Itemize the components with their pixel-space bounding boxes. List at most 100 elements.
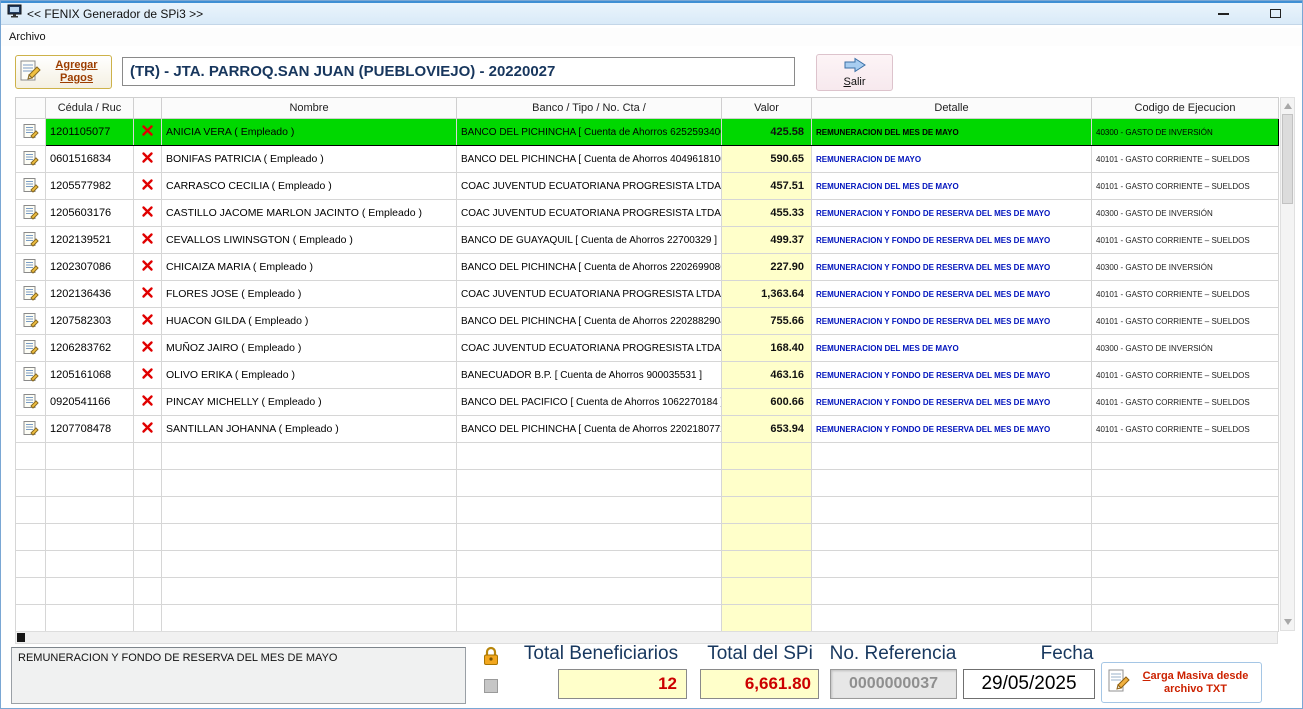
edit-row-icon[interactable]: [23, 400, 39, 412]
spi-title-field[interactable]: (TR) - JTA. PARROQ.SAN JUAN (PUEBLOVIEJO…: [122, 57, 795, 86]
edit-row-icon[interactable]: [23, 427, 39, 439]
valor-cell: 457.51: [722, 173, 812, 200]
empty-cell: [722, 497, 812, 524]
horizontal-scroll-thumb[interactable]: [17, 633, 25, 642]
header-nombre[interactable]: Nombre: [162, 98, 457, 119]
edit-cell: [16, 308, 46, 335]
titlebar: << FENIX Generador de SPi3 >>: [1, 1, 1302, 25]
vertical-scroll-thumb[interactable]: [1282, 114, 1293, 204]
empty-cell: [134, 551, 162, 578]
minimize-icon: [1218, 13, 1229, 15]
codigo-cell: 40101 - GASTO CORRIENTE – SUELDOS: [1092, 416, 1279, 443]
cedula-cell: 1205577982: [46, 173, 134, 200]
empty-cell: [134, 470, 162, 497]
edit-row-icon[interactable]: [23, 265, 39, 277]
nombre-cell: FLORES JOSE ( Empleado ): [162, 281, 457, 308]
table-row[interactable]: 0920541166 PINCAY MICHELLY ( Empleado ) …: [16, 389, 1279, 416]
banco-cell: BANCO DEL PICHINCHA [ Cuenta de Ahorros …: [457, 308, 722, 335]
empty-cell: [134, 524, 162, 551]
table-row[interactable]: 1206283762 MUÑOZ JAIRO ( Empleado ) COAC…: [16, 335, 1279, 362]
table-row[interactable]: 1207582303 HUACON GILDA ( Empleado ) BAN…: [16, 308, 1279, 335]
edit-row-icon[interactable]: [23, 130, 39, 142]
edit-row-icon[interactable]: [23, 157, 39, 169]
salir-button[interactable]: Salir: [816, 54, 893, 91]
table-row[interactable]: 1205161068 OLIVO ERIKA ( Empleado ) BANE…: [16, 362, 1279, 389]
empty-cell: [722, 470, 812, 497]
lock-icon[interactable]: [482, 646, 500, 671]
codigo-cell: 40300 - GASTO DE INVERSIÓN: [1092, 119, 1279, 146]
empty-cell: [1092, 470, 1279, 497]
delete-cell: [134, 416, 162, 443]
empty-cell: [134, 497, 162, 524]
delete-row-icon[interactable]: [141, 236, 154, 248]
gray-square-button[interactable]: [484, 679, 498, 693]
referencia-value: 0000000037: [830, 669, 957, 699]
cedula-cell: 0601516834: [46, 146, 134, 173]
detalle-cell: REMUNERACION Y FONDO DE RESERVA DEL MES …: [812, 308, 1092, 335]
empty-cell: [162, 470, 457, 497]
delete-row-icon[interactable]: [141, 155, 154, 167]
edit-row-icon[interactable]: [23, 373, 39, 385]
delete-row-icon[interactable]: [141, 425, 154, 437]
header-cedula[interactable]: Cédula / Ruc: [46, 98, 134, 119]
detail-textbox[interactable]: REMUNERACION Y FONDO DE RESERVA DEL MES …: [11, 647, 466, 704]
empty-cell: [16, 524, 46, 551]
edit-cell: [16, 389, 46, 416]
table-row[interactable]: 1205603176 CASTILLO JACOME MARLON JACINT…: [16, 200, 1279, 227]
delete-cell: [134, 254, 162, 281]
empty-cell: [457, 497, 722, 524]
banco-cell: BANCO DEL PACIFICO [ Cuenta de Ahorros 1…: [457, 389, 722, 416]
header-delete: [134, 98, 162, 119]
edit-row-icon[interactable]: [23, 319, 39, 331]
delete-row-icon[interactable]: [141, 182, 154, 194]
edit-row-icon[interactable]: [23, 184, 39, 196]
valor-cell: 590.65: [722, 146, 812, 173]
empty-cell: [812, 605, 1092, 632]
carga-masiva-button[interactable]: Carga Masiva desde archivo TXT: [1101, 662, 1262, 703]
menubar: Archivo: [1, 28, 1302, 46]
scroll-down-icon[interactable]: [1284, 619, 1292, 625]
delete-row-icon[interactable]: [141, 317, 154, 329]
delete-row-icon[interactable]: [141, 371, 154, 383]
empty-cell: [457, 605, 722, 632]
edit-row-icon[interactable]: [23, 211, 39, 223]
header-detalle[interactable]: Detalle: [812, 98, 1092, 119]
minimize-button[interactable]: [1210, 6, 1236, 22]
vertical-scrollbar[interactable]: [1280, 97, 1295, 631]
delete-cell: [134, 362, 162, 389]
header-valor[interactable]: Valor: [722, 98, 812, 119]
table-row[interactable]: 1207708478 SANTILLAN JOHANNA ( Empleado …: [16, 416, 1279, 443]
empty-table-row: [16, 524, 1279, 551]
delete-cell: [134, 119, 162, 146]
menu-archivo[interactable]: Archivo: [1, 30, 54, 44]
agregar-pagos-button[interactable]: Agregar Pagos: [15, 55, 112, 89]
table-row[interactable]: 1202136436 FLORES JOSE ( Empleado ) COAC…: [16, 281, 1279, 308]
delete-row-icon[interactable]: [141, 290, 154, 302]
header-banco[interactable]: Banco / Tipo / No. Cta /: [457, 98, 722, 119]
empty-cell: [16, 497, 46, 524]
scroll-up-icon[interactable]: [1284, 103, 1292, 109]
table-row[interactable]: 0601516834 BONIFAS PATRICIA ( Empleado )…: [16, 146, 1279, 173]
table-row[interactable]: 1202139521 CEVALLOS LIWINSGTON ( Emplead…: [16, 227, 1279, 254]
empty-cell: [46, 470, 134, 497]
delete-row-icon[interactable]: [141, 398, 154, 410]
table-row[interactable]: 1202307086 CHICAIZA MARIA ( Empleado ) B…: [16, 254, 1279, 281]
header-codigo[interactable]: Codigo de Ejecucion: [1092, 98, 1279, 119]
delete-row-icon[interactable]: [141, 263, 154, 275]
table-row[interactable]: 1201105077 ANICIA VERA ( Empleado ) BANC…: [16, 119, 1279, 146]
empty-cell: [1092, 578, 1279, 605]
table-row[interactable]: 1205577982 CARRASCO CECILIA ( Empleado )…: [16, 173, 1279, 200]
edit-row-icon[interactable]: [23, 346, 39, 358]
delete-row-icon[interactable]: [141, 128, 154, 140]
delete-row-icon[interactable]: [141, 209, 154, 221]
edit-row-icon[interactable]: [23, 292, 39, 304]
maximize-button[interactable]: [1262, 6, 1288, 22]
cedula-cell: 1205603176: [46, 200, 134, 227]
delete-row-icon[interactable]: [141, 344, 154, 356]
empty-cell: [812, 497, 1092, 524]
nombre-cell: CEVALLOS LIWINSGTON ( Empleado ): [162, 227, 457, 254]
edit-row-icon[interactable]: [23, 238, 39, 250]
fecha-field[interactable]: 29/05/2025: [963, 669, 1095, 699]
payments-grid: Cédula / Ruc Nombre Banco / Tipo / No. C…: [15, 97, 1279, 632]
delete-cell: [134, 335, 162, 362]
